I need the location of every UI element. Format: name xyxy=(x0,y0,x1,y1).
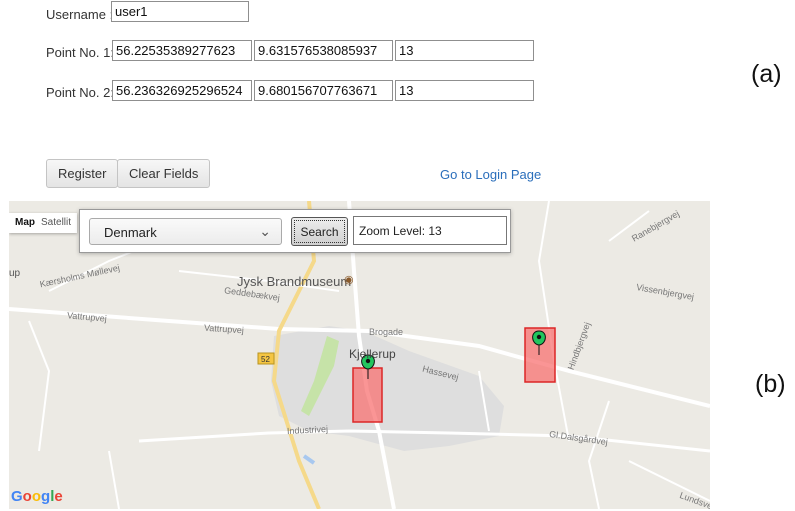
google-logo: Google xyxy=(11,488,63,505)
map-type-map[interactable]: Map xyxy=(9,213,41,233)
username-input[interactable] xyxy=(111,1,249,22)
caption-a: (a) xyxy=(751,60,782,88)
road-misc2 xyxy=(108,450,120,509)
country-select-value: Denmark xyxy=(104,225,157,240)
road-label-brogade: Brogade xyxy=(369,327,404,337)
road-label-up: up xyxy=(9,268,21,279)
point1-label: Point No. 1: xyxy=(46,45,114,60)
zoom-level-field[interactable]: Zoom Level: 13 xyxy=(353,216,507,245)
road-misc1 xyxy=(28,320,51,452)
water xyxy=(302,454,316,465)
road-hindbjerg xyxy=(537,201,570,442)
point1-lng-input[interactable] xyxy=(254,40,393,61)
caption-b: (b) xyxy=(755,370,786,398)
museum-icon: ◉ xyxy=(344,274,354,286)
poi-label: Jysk Brandmuseum xyxy=(237,274,352,289)
road-misc4 xyxy=(587,400,610,509)
route-shield-text: 52 xyxy=(261,355,270,364)
road-label-industrivej: Industrivej xyxy=(286,423,329,437)
login-link[interactable]: Go to Login Page xyxy=(440,167,541,182)
map-view[interactable]: 52 Map Satellit up Kærsholms Møllevej Ge… xyxy=(9,201,710,509)
chevron-down-icon: ⌄ xyxy=(259,223,271,239)
clear-fields-button[interactable]: Clear Fields xyxy=(117,159,211,188)
point1-lat-input[interactable] xyxy=(112,40,252,61)
map-search-panel: Denmark ⌄ Search Zoom Level: 13 xyxy=(79,209,511,253)
point2-label: Point No. 2: xyxy=(46,85,114,100)
map-type-control[interactable]: Map Satellit xyxy=(9,213,78,233)
map-type-satellite[interactable]: Satellit xyxy=(41,213,77,233)
point2-lat-input[interactable] xyxy=(112,80,252,101)
register-button[interactable]: Register xyxy=(46,159,119,188)
point1-zoom-input[interactable] xyxy=(395,40,534,61)
username-label: Username : xyxy=(46,7,114,22)
point2-lng-input[interactable] xyxy=(254,80,393,101)
town-label: Kjellerup xyxy=(349,347,396,361)
country-select[interactable]: Denmark ⌄ xyxy=(89,218,282,245)
search-button[interactable]: Search xyxy=(291,217,348,246)
point2-zoom-input[interactable] xyxy=(395,80,534,101)
